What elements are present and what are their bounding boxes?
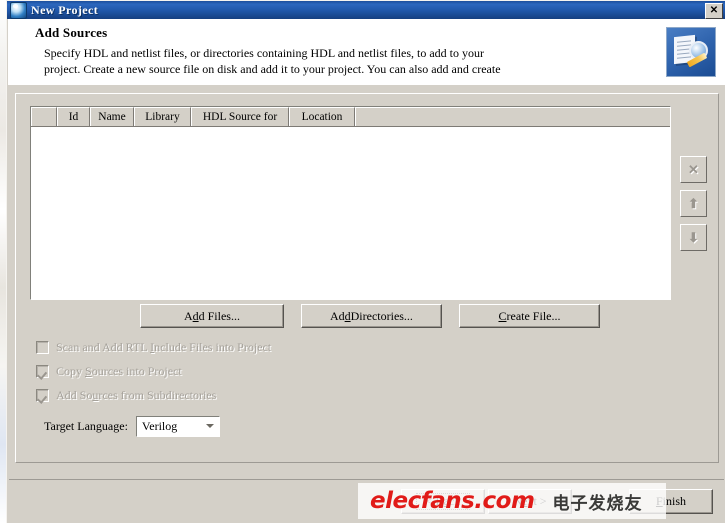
grid-header-row: Id Name Library HDL Source for Location bbox=[31, 107, 670, 127]
create-file-post: reate File... bbox=[506, 308, 561, 323]
option-subdir-label: Add Sources from Subdirectories bbox=[56, 388, 216, 403]
title-bar: New Project ✕ bbox=[7, 1, 725, 19]
remove-source-button[interactable]: ✕ bbox=[680, 156, 707, 183]
create-file-mnemonic: C bbox=[498, 308, 507, 323]
move-up-button[interactable]: ⬆ bbox=[680, 190, 707, 217]
option-copy-sources-into-project[interactable]: Copy Sources into Project bbox=[36, 361, 271, 381]
watermark-english: elecfans.com bbox=[370, 487, 535, 514]
option-scan-pre: Scan and Add RTL bbox=[56, 339, 151, 354]
option-scan-post: nclude Files into Project bbox=[154, 339, 272, 354]
source-action-buttons: Add Files... Ad d Directories... Create F… bbox=[140, 304, 601, 328]
page-title: Add Sources bbox=[35, 25, 108, 40]
option-copy-pre: Copy bbox=[56, 363, 86, 378]
target-language-select[interactable]: Verilog bbox=[135, 416, 220, 437]
grid-tool-buttons: ✕ ⬆ ⬇ bbox=[680, 156, 707, 258]
grid-column-filler bbox=[355, 107, 670, 126]
option-copy-label: Copy Sources into Project bbox=[56, 364, 182, 379]
add-files-pre: A bbox=[183, 308, 193, 323]
checkbox-scan-add-rtl[interactable] bbox=[36, 340, 49, 354]
source-options: Scan and Add RTL Include Files into Proj… bbox=[36, 337, 271, 409]
page-description: Specify HDL and netlist files, or direct… bbox=[44, 45, 649, 77]
grid-column-blank[interactable] bbox=[31, 107, 57, 126]
add-files-post: d Files... bbox=[198, 308, 240, 323]
target-language-value: Verilog bbox=[141, 419, 178, 433]
close-icon[interactable]: ✕ bbox=[705, 3, 723, 19]
add-files-button[interactable]: Add Files... bbox=[140, 304, 284, 328]
add-directories-pre: Ad bbox=[329, 308, 345, 323]
option-subdir-post: rces from Subdirectories bbox=[98, 387, 217, 402]
grid-column-location[interactable]: Location bbox=[289, 107, 355, 126]
grid-column-id[interactable]: Id bbox=[57, 107, 90, 126]
checkbox-copy-sources[interactable] bbox=[36, 364, 49, 378]
move-down-button[interactable]: ⬇ bbox=[680, 224, 707, 251]
finish-post: inish bbox=[662, 494, 687, 508]
watermark-chinese: 电子发烧友 bbox=[552, 493, 643, 514]
watermark: elecfans.com 电子发烧友 bbox=[358, 483, 666, 519]
option-copy-post: ources into Project bbox=[91, 363, 182, 378]
sources-grid[interactable]: Id Name Library HDL Source for Location bbox=[30, 106, 671, 300]
create-file-button[interactable]: Create File... bbox=[458, 304, 601, 328]
add-directories-post: Directories... bbox=[350, 308, 413, 323]
option-subdir-pre: Add So bbox=[56, 387, 93, 402]
description-line-1: Specify HDL and netlist files, or direct… bbox=[44, 46, 485, 60]
chevron-down-icon[interactable] bbox=[202, 419, 217, 432]
new-project-dialog: New Project ✕ Add Sources Specify HDL an… bbox=[6, 0, 725, 523]
project-wizard-icon bbox=[10, 1, 27, 19]
checkbox-add-subdirectories[interactable] bbox=[36, 388, 49, 402]
target-language-label: Target Language: bbox=[44, 419, 128, 433]
grid-column-hdl-source-for[interactable]: HDL Source for bbox=[191, 107, 289, 126]
add-directories-button[interactable]: Ad d Directories... bbox=[300, 304, 442, 328]
option-scan-add-rtl-include-files[interactable]: Scan and Add RTL Include Files into Proj… bbox=[36, 337, 271, 357]
screen: New Project ✕ Add Sources Specify HDL an… bbox=[0, 0, 725, 523]
target-language-row: Target Language: Verilog bbox=[44, 416, 220, 437]
option-copy-mnemonic: S bbox=[85, 363, 92, 378]
grid-body-empty[interactable] bbox=[31, 127, 670, 299]
description-line-2: project. Create a new source file on dis… bbox=[44, 62, 501, 76]
sources-panel: Id Name Library HDL Source for Location … bbox=[15, 93, 719, 463]
option-add-sources-from-subdirectories[interactable]: Add Sources from Subdirectories bbox=[36, 385, 271, 405]
grid-column-name[interactable]: Name bbox=[90, 107, 134, 126]
option-scan-label: Scan and Add RTL Include Files into Proj… bbox=[56, 340, 271, 355]
add-sources-banner-icon bbox=[666, 27, 716, 77]
grid-column-library[interactable]: Library bbox=[134, 107, 191, 126]
window-title: New Project bbox=[31, 2, 99, 17]
wizard-header: Add Sources Specify HDL and netlist file… bbox=[8, 19, 725, 85]
